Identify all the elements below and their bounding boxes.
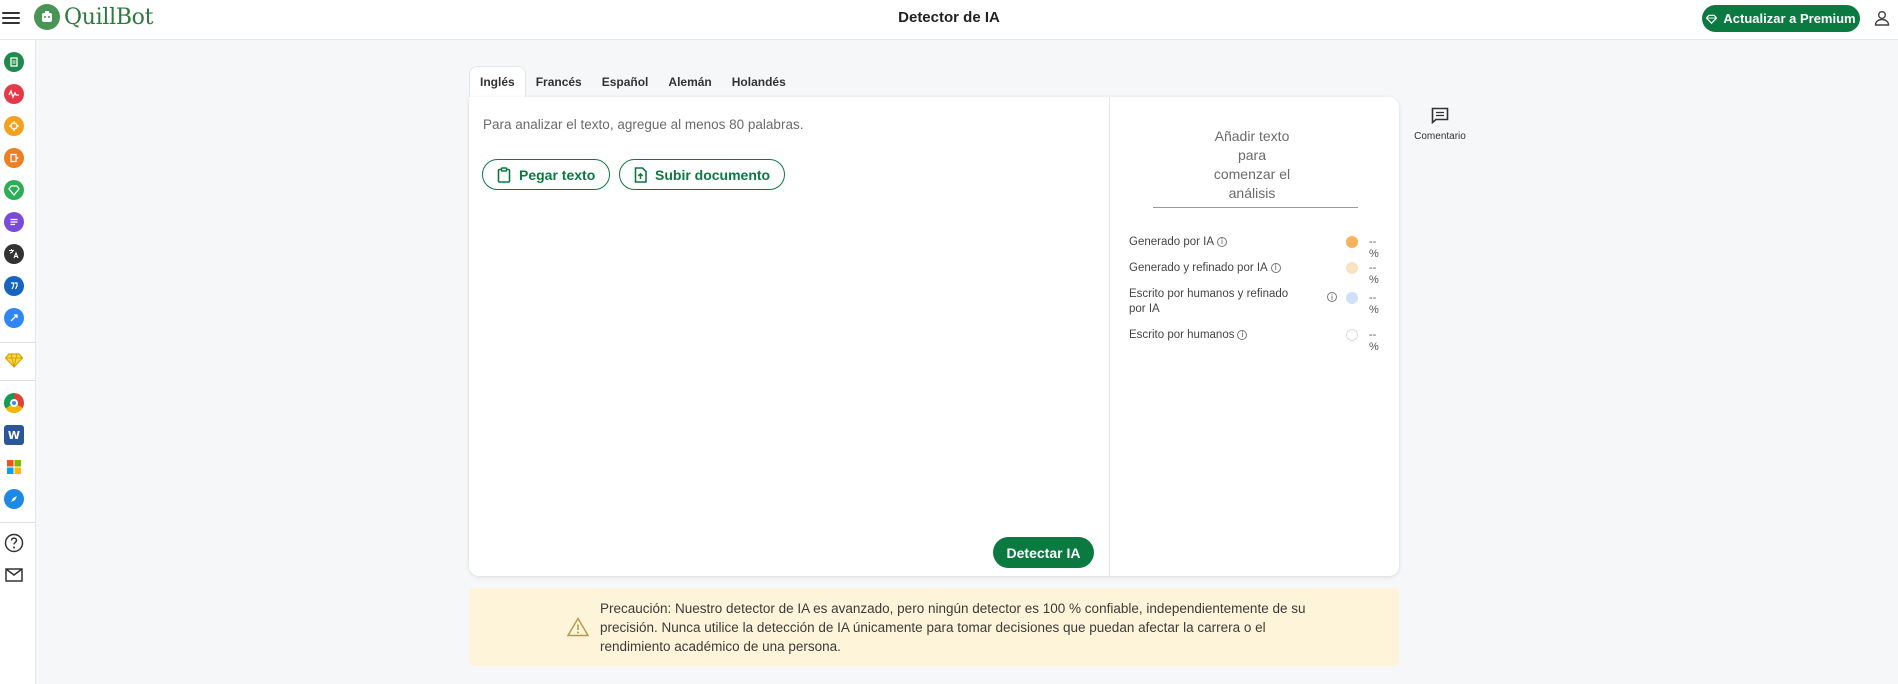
menu-icon[interactable] (2, 9, 20, 27)
premium-diamond-icon[interactable] (4, 350, 24, 370)
info-icon[interactable]: i (1270, 262, 1281, 273)
quillbot-logo-icon (34, 4, 60, 30)
plagiarism-checker-icon[interactable] (4, 148, 24, 168)
page-title: Detector de IA (898, 9, 1000, 26)
paste-text-label: Pegar texto (519, 166, 596, 183)
warning-icon (567, 617, 589, 637)
paste-text-button[interactable]: Pegar texto (482, 159, 611, 190)
tab-frances[interactable]: Francés (526, 66, 592, 97)
empty-state-underline (1153, 207, 1358, 208)
empty-state-line: Añadir texto (1214, 128, 1290, 144)
safari-extension-icon[interactable] (4, 489, 24, 509)
caution-line: Precaución: Nuestro detector de IA es av… (600, 601, 1306, 616)
tab-espanol[interactable]: Español (592, 66, 659, 97)
text-input-area[interactable]: Para analizar el texto, agregue al menos… (469, 97, 1110, 576)
summarizer-icon[interactable] (4, 212, 24, 232)
caution-text: Precaución: Nuestro detector de IA es av… (600, 599, 1320, 656)
detect-ai-button[interactable]: Detectar IA (993, 537, 1094, 568)
legend-label: Escrito por humanos y refinado por IA (1129, 288, 1289, 315)
tab-ingles[interactable]: Inglés (469, 66, 526, 97)
legend-label: Generado por IA (1129, 236, 1215, 248)
sidebar-divider (0, 522, 36, 523)
translator-icon[interactable] (4, 244, 24, 264)
legend-value: -- % (1369, 292, 1379, 316)
clipboard-icon (497, 166, 511, 183)
info-icon[interactable]: i (1237, 329, 1248, 340)
detector-card: Para analizar el texto, agregue al menos… (469, 97, 1399, 576)
top-bar: QuillBot Detector de IA Actualizar a Pre… (0, 0, 1898, 40)
upload-document-label: Subir documento (655, 166, 771, 183)
legend-label: Generado y refinado por IA (1129, 262, 1268, 274)
results-panel: Añadir texto para comenzar el análisis G… (1110, 97, 1399, 576)
legend-dot (1346, 329, 1358, 341)
chrome-extension-icon[interactable] (4, 393, 24, 413)
input-placeholder: Para analizar el texto, agregue al menos… (483, 117, 804, 132)
caution-line: rendimiento académico de una persona. (600, 639, 841, 654)
ai-detector-icon[interactable] (4, 116, 24, 136)
sidebar-divider (0, 380, 36, 381)
upload-file-icon (634, 166, 647, 183)
info-icon[interactable]: i (1327, 292, 1337, 302)
info-icon[interactable]: i (1217, 236, 1228, 247)
microsoft-store-icon[interactable] (4, 457, 24, 477)
quillbot-logo-text: QuillBot (64, 4, 154, 30)
legend-label: Escrito por humanos (1129, 329, 1235, 341)
upload-document-button[interactable]: Subir documento (619, 159, 786, 190)
sidebar: W (0, 40, 36, 684)
comment-button[interactable]: Comentario (1412, 107, 1468, 142)
quillbot-flow-icon[interactable] (4, 308, 24, 328)
tab-aleman[interactable]: Alemán (658, 66, 721, 97)
empty-state-line: análisis (1228, 185, 1276, 201)
legend-value: -- % (1369, 262, 1379, 286)
comment-icon (1431, 107, 1449, 125)
mail-icon[interactable] (4, 565, 24, 585)
quillbot-logo[interactable]: QuillBot (34, 4, 153, 30)
help-icon[interactable] (4, 533, 24, 553)
caution-line: precisión. Nunca utilice la detección de… (600, 620, 1266, 635)
language-tabs: Inglés Francés Español Alemán Holandés (469, 66, 796, 97)
empty-state-line: comenzar el (1213, 166, 1291, 182)
comment-label: Comentario (1414, 131, 1466, 142)
caution-banner: Precaución: Nuestro detector de IA es av… (469, 588, 1399, 666)
ai-humanizer-icon[interactable] (4, 180, 24, 200)
diamond-icon (1706, 14, 1718, 24)
empty-state-line: para (1237, 147, 1267, 163)
upgrade-premium-label: Actualizar a Premium (1723, 11, 1856, 26)
legend-dot (1346, 236, 1358, 248)
legend-dot (1346, 292, 1358, 304)
legend-value: -- % (1369, 329, 1379, 353)
word-addin-icon[interactable]: W (4, 425, 24, 445)
empty-state-message: Añadir texto para comenzar el análisis (1150, 127, 1354, 203)
sidebar-divider (0, 342, 36, 343)
legend-dot (1346, 262, 1358, 274)
legend-value: -- % (1369, 236, 1379, 260)
grammar-checker-icon[interactable] (4, 84, 24, 104)
upgrade-premium-button[interactable]: Actualizar a Premium (1702, 5, 1860, 32)
citation-generator-icon[interactable] (4, 276, 24, 296)
tab-holandes[interactable]: Holandés (722, 66, 796, 97)
paraphraser-icon[interactable] (4, 52, 24, 72)
user-icon[interactable] (1873, 9, 1891, 27)
